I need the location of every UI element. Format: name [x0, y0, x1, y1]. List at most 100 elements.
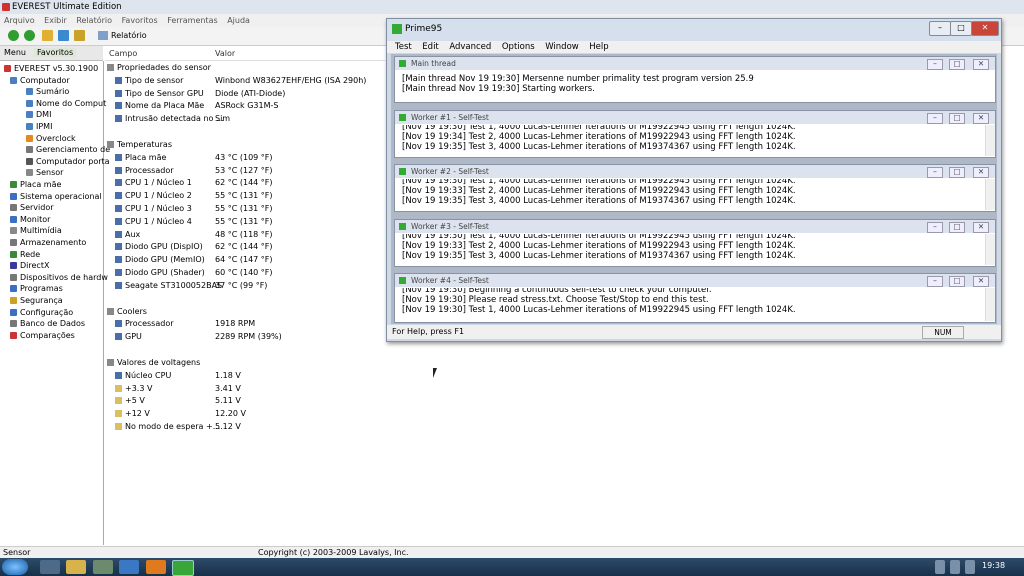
menu-ajuda[interactable]: Ajuda — [227, 16, 250, 25]
tree-item[interactable]: Configuração — [10, 307, 110, 318]
column-field-header[interactable]: Campo — [109, 49, 137, 58]
sensor-row[interactable]: Tipo de sensor Winbond W83627EHF/EHG (ISA… — [115, 75, 366, 86]
sensor-row[interactable]: Seagate ST3100052BAS 37 °C (99 °F) — [115, 280, 267, 291]
menu-relatorio[interactable]: Relatório — [76, 16, 112, 25]
up-folder-icon[interactable] — [42, 30, 53, 41]
child-minimize-button[interactable]: – — [927, 167, 943, 178]
menu-help[interactable]: Help — [589, 42, 608, 52]
sensor-row[interactable]: +12 V 12.20 V — [115, 408, 246, 419]
tree-item[interactable]: Multimídia — [10, 225, 110, 236]
worker-window[interactable]: Worker #2 - Self-Test – □ ✕ [Nov 19 19:30] T… — [394, 164, 996, 212]
tray-volume-icon[interactable] — [965, 560, 975, 574]
sensor-row[interactable]: Nome da Placa Mãe ASRock G31M-S — [115, 100, 278, 111]
child-maximize-button[interactable]: □ — [949, 276, 965, 287]
refresh-icon[interactable] — [58, 30, 69, 41]
tree-item[interactable]: Dispositivos de hardw — [10, 272, 110, 283]
sensor-row[interactable]: +3.3 V 3.41 V — [115, 383, 241, 394]
tree-item[interactable]: Sistema operacional — [10, 191, 110, 202]
vertical-scrollbar[interactable] — [985, 125, 995, 156]
worker-window[interactable]: Worker #1 - Self-Test – □ ✕ [Nov 19 19:30] T… — [394, 110, 996, 158]
tree-item[interactable]: DirectX — [10, 260, 110, 271]
column-value-header[interactable]: Valor — [215, 49, 235, 58]
users-icon[interactable] — [74, 30, 85, 41]
sensor-row[interactable]: CPU 1 / Núcleo 4 55 °C (131 °F) — [115, 216, 273, 227]
sensor-row[interactable]: Processador 53 °C (127 °F) — [115, 165, 273, 176]
child-maximize-button[interactable]: □ — [949, 113, 965, 124]
sensor-row[interactable]: Diodo GPU (Shader) 60 °C (140 °F) — [115, 267, 273, 278]
sensor-row[interactable]: CPU 1 / Núcleo 1 62 °C (144 °F) — [115, 177, 273, 188]
sensor-row[interactable]: Aux 48 °C (118 °F) — [115, 229, 273, 240]
child-close-button[interactable]: ✕ — [973, 167, 989, 178]
child-minimize-button[interactable]: – — [927, 276, 943, 287]
sensor-row[interactable]: Placa mãe 43 °C (109 °F) — [115, 152, 273, 163]
prime95-task-icon[interactable] — [172, 560, 194, 576]
explorer-icon[interactable] — [40, 560, 60, 574]
menu-test[interactable]: Test — [395, 42, 412, 52]
sensor-row[interactable]: CPU 1 / Núcleo 2 55 °C (131 °F) — [115, 190, 273, 201]
sensor-row[interactable]: Diodo GPU (MemIO) 64 °C (147 °F) — [115, 254, 273, 265]
child-close-button[interactable]: ✕ — [973, 276, 989, 287]
forward-arrow-icon[interactable] — [24, 30, 35, 41]
section-header: Valores de voltagens — [107, 357, 200, 368]
child-close-button[interactable]: ✕ — [973, 222, 989, 233]
sensor-row[interactable]: Intrusão detectada no ... Sim — [115, 113, 230, 124]
child-close-button[interactable]: ✕ — [973, 59, 989, 70]
tree-item-label: EVEREST v5.30.1900 — [14, 64, 99, 73]
tab-favorites[interactable]: Favoritos — [34, 48, 77, 57]
child-maximize-button[interactable]: □ — [949, 222, 965, 233]
tree-item[interactable]: Rede — [10, 249, 110, 260]
menu-favoritos[interactable]: Favoritos — [122, 16, 158, 25]
sensor-row[interactable]: Tipo de Sensor GPU Diode (ATI-Diode) — [115, 88, 285, 99]
worker-window[interactable]: Worker #4 - Self-Test – □ ✕ [Nov 19 19:30] B… — [394, 273, 996, 323]
child-minimize-button[interactable]: – — [927, 222, 943, 233]
main-thread-window[interactable]: Main thread – □ ✕ [Main thread Nov 19 19:30]… — [394, 56, 996, 103]
tree-item[interactable]: Segurança — [10, 295, 110, 306]
child-minimize-button[interactable]: – — [927, 113, 943, 124]
menu-edit[interactable]: Edit — [422, 42, 438, 52]
tab-menu[interactable]: Menu — [4, 48, 26, 57]
sensor-row[interactable]: +5 V 5.11 V — [115, 395, 241, 406]
sensor-row[interactable]: Processador 1918 RPM — [115, 318, 255, 329]
worker-window[interactable]: Worker #3 - Self-Test – □ ✕ [Nov 19 19:30] T… — [394, 219, 996, 267]
menu-arquivo[interactable]: Arquivo — [4, 16, 35, 25]
maximize-button[interactable]: □ — [950, 21, 972, 36]
start-button[interactable] — [2, 559, 28, 575]
everest-task-icon[interactable] — [146, 560, 166, 574]
menu-ferramentas[interactable]: Ferramentas — [167, 16, 217, 25]
minimize-button[interactable]: – — [929, 21, 951, 36]
tray-network-icon[interactable] — [950, 560, 960, 574]
menu-window[interactable]: Window — [545, 42, 579, 52]
menu-exibir[interactable]: Exibir — [44, 16, 67, 25]
tree-item[interactable]: Programas — [10, 283, 110, 294]
tree-item[interactable]: Monitor — [10, 214, 110, 225]
report-button[interactable]: Relatório — [98, 30, 147, 42]
sensor-row[interactable]: Diodo GPU (DispIO) 62 °C (144 °F) — [115, 241, 273, 252]
back-arrow-icon[interactable] — [8, 30, 19, 41]
tree-item[interactable]: EVEREST v5.30.1900 — [4, 63, 104, 74]
tree-item[interactable]: Banco de Dados — [10, 318, 110, 329]
menu-advanced[interactable]: Advanced — [449, 42, 491, 52]
vertical-scrollbar[interactable] — [985, 179, 995, 210]
browser-icon[interactable] — [119, 560, 139, 574]
folder-icon[interactable] — [66, 560, 86, 574]
vertical-scrollbar[interactable] — [985, 234, 995, 265]
sensor-row[interactable]: Núcleo CPU 1.18 V — [115, 370, 241, 381]
sensor-value: 62 °C (144 °F) — [215, 178, 273, 188]
child-close-button[interactable]: ✕ — [973, 113, 989, 124]
close-button[interactable]: ✕ — [971, 21, 999, 36]
sensor-row[interactable]: No modo de espera +... 5.12 V — [115, 421, 241, 432]
tree-item[interactable]: Comparações — [10, 330, 110, 341]
child-minimize-button[interactable]: – — [927, 59, 943, 70]
tree-item[interactable]: Computador — [10, 75, 110, 86]
tree-item[interactable]: Armazenamento — [10, 237, 110, 248]
child-maximize-button[interactable]: □ — [949, 59, 965, 70]
sensor-row[interactable]: CPU 1 / Núcleo 3 55 °C (131 °F) — [115, 203, 273, 214]
network-icon[interactable] — [93, 560, 113, 574]
vertical-scrollbar[interactable] — [985, 288, 995, 321]
tree-item[interactable]: Placa mãe — [10, 179, 110, 190]
tree-item[interactable]: Servidor — [10, 202, 110, 213]
menu-options[interactable]: Options — [502, 42, 535, 52]
sensor-row[interactable]: GPU 2289 RPM (39%) — [115, 331, 282, 342]
child-maximize-button[interactable]: □ — [949, 167, 965, 178]
tray-arrow-icon[interactable] — [935, 560, 945, 574]
